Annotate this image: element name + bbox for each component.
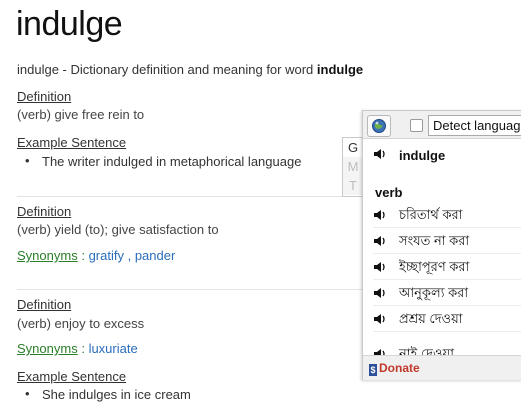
translation-divider (373, 253, 521, 254)
subtitle-text: indulge - Dictionary definition and mean… (17, 62, 314, 77)
dictionary-page: indulge indulge - Dictionary definition … (0, 0, 521, 416)
tab-translator[interactable]: T (343, 176, 363, 195)
example-sentence-label[interactable]: Example Sentence (17, 135, 126, 150)
definition-label[interactable]: Definition (17, 204, 71, 219)
speaker-icon[interactable] (373, 235, 387, 247)
synonyms-separator: : (81, 248, 89, 263)
definition-text: (verb) give free rein to (17, 107, 145, 122)
translation-item[interactable]: সংযত না করা (399, 232, 469, 253)
translation-item[interactable]: আনুকূল্য করা (399, 284, 468, 305)
donate-icon: $ (369, 364, 377, 376)
subtitle-word: indulge (316, 62, 364, 77)
translation-item[interactable]: চরিতার্থ করা (399, 206, 462, 227)
globe-icon (372, 119, 386, 133)
speaker-icon[interactable] (373, 287, 387, 299)
tab-microsoft[interactable]: M (343, 157, 363, 176)
translation-divider (373, 305, 521, 306)
synonym-link[interactable]: gratify (89, 248, 124, 263)
synonyms-label[interactable]: Synonyms (17, 248, 78, 263)
donate-label: Donate (379, 361, 420, 375)
synonym-link[interactable]: luxuriate (89, 341, 138, 356)
example-sentence: The writer indulged in metaphorical lang… (25, 153, 302, 169)
definition-label[interactable]: Definition (17, 297, 71, 312)
synonyms-row: Synonyms : gratify , pander (17, 248, 175, 263)
speaker-icon[interactable] (373, 261, 387, 273)
translation-item[interactable]: ইচ্ছাপূরণ করা (399, 258, 469, 279)
donate-link[interactable]: $ Donate (369, 361, 420, 376)
synonym-link[interactable]: pander (135, 248, 175, 263)
page-title: indulge (16, 5, 123, 43)
translation-divider (373, 227, 521, 228)
page-subtitle: indulge - Dictionary definition and mean… (17, 62, 363, 77)
popup-headword: indulge (399, 148, 446, 163)
synonyms-row: Synonyms : luxuriate (17, 341, 138, 356)
translation-popup: Detect language indulge verb চরিতার্থ কর… (362, 110, 521, 380)
definition-label[interactable]: Definition (17, 89, 71, 104)
translation-divider (373, 331, 521, 332)
speaker-icon[interactable] (373, 209, 387, 221)
example-sentence-text: She indulges in ice cream (42, 387, 191, 402)
definition-text: (verb) yield (to); give satisfaction to (17, 222, 219, 237)
synonym-separator: , (127, 248, 135, 263)
speaker-icon[interactable] (373, 148, 387, 160)
detect-language-checkbox[interactable] (410, 119, 423, 132)
example-sentence: She indulges in ice cream (25, 386, 191, 402)
definition-text: (verb) enjoy to excess (17, 316, 145, 331)
speaker-icon[interactable] (373, 313, 387, 325)
translation-divider (373, 279, 521, 280)
globe-button[interactable] (367, 115, 391, 137)
popup-footer: $ Donate (363, 355, 521, 380)
translator-service-tabs: G M T (342, 137, 364, 197)
synonyms-separator: : (81, 341, 89, 356)
popup-toolbar: Detect language (363, 111, 521, 139)
example-sentence-text: The writer indulged in metaphorical lang… (42, 154, 302, 169)
synonyms-label[interactable]: Synonyms (17, 341, 78, 356)
example-sentence-label[interactable]: Example Sentence (17, 369, 126, 384)
translation-item[interactable]: প্রশ্রয় দেওয়া (399, 310, 463, 331)
tab-google[interactable]: G (343, 138, 363, 157)
detect-language-select[interactable]: Detect language (428, 115, 521, 136)
part-of-speech: verb (375, 185, 403, 200)
